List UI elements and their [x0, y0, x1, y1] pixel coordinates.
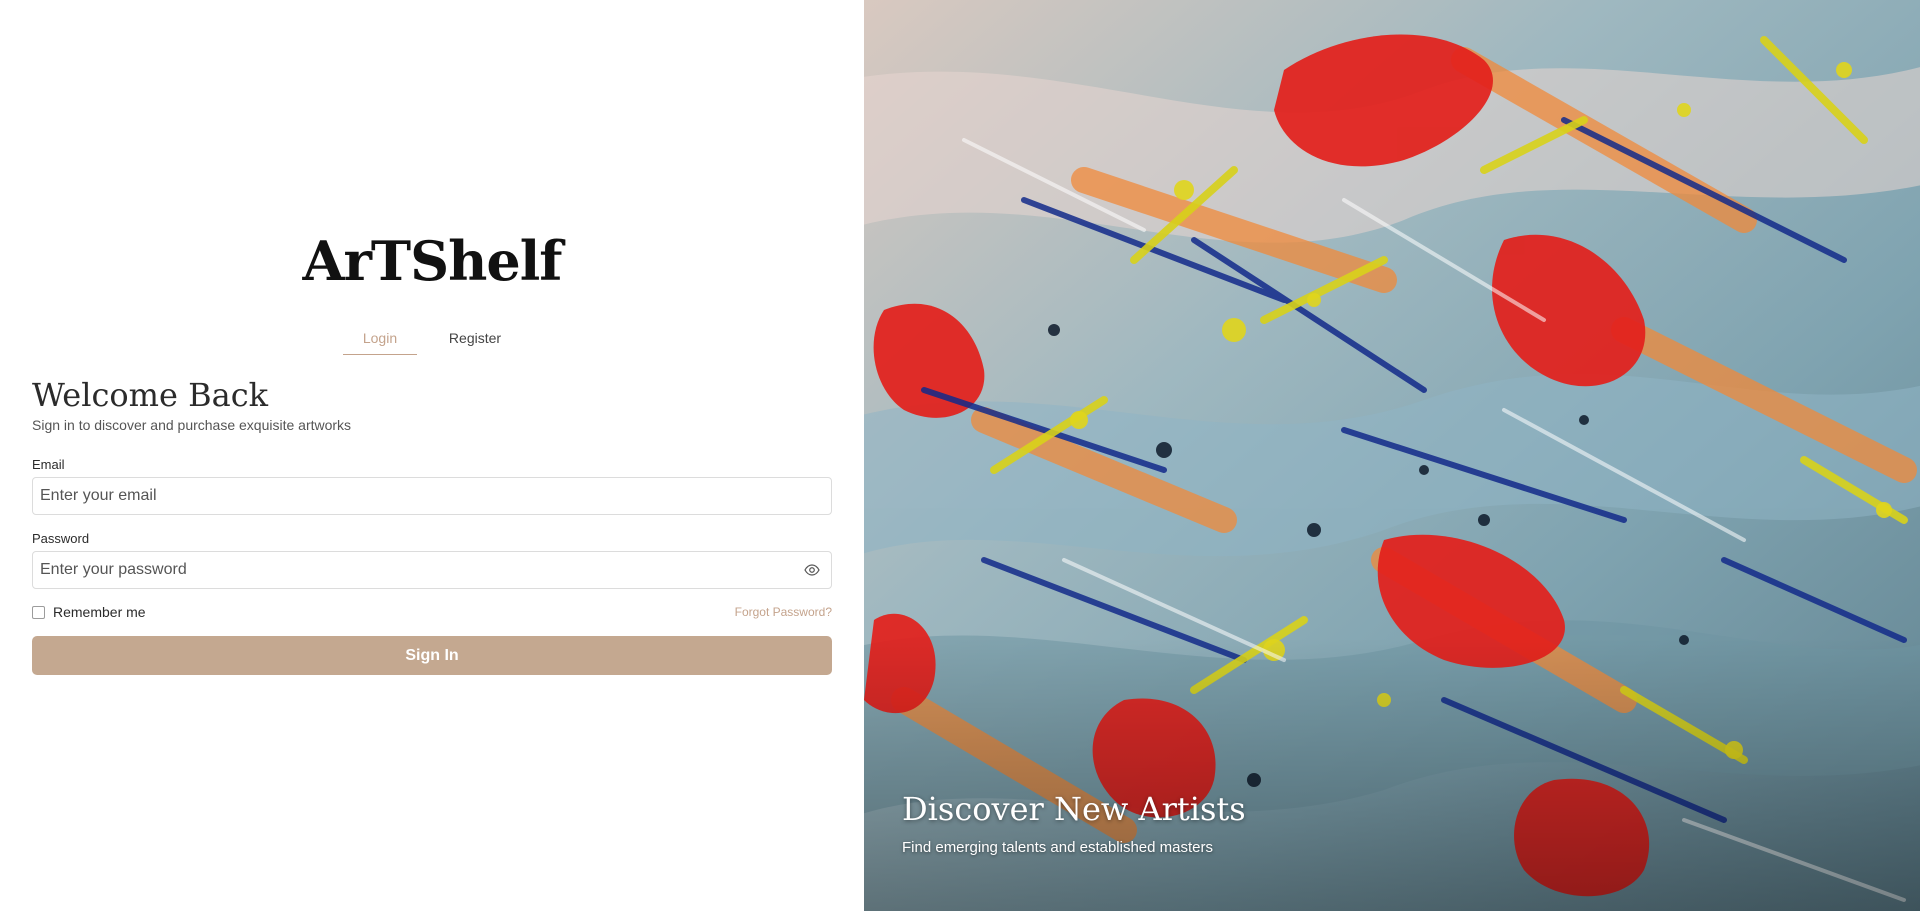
brand-logo: ArTShelf [302, 229, 563, 293]
sign-in-button[interactable]: Sign In [32, 636, 832, 675]
tab-register[interactable]: Register [438, 326, 512, 354]
hero-subtitle: Find emerging talents and established ma… [902, 839, 1214, 856]
password-field[interactable] [32, 551, 832, 589]
hero-panel: Discover New Artists Find emerging talen… [864, 0, 1920, 911]
login-panel: ArTShelf Login Register Welcome Back Sig… [0, 0, 864, 911]
remember-me-label: Remember me [53, 604, 146, 620]
page-title: Welcome Back [32, 376, 268, 414]
login-page: ArTShelf Login Register Welcome Back Sig… [0, 0, 1920, 911]
auth-tabs: Login Register [0, 326, 864, 356]
password-label: Password [32, 531, 90, 546]
remember-me-checkbox[interactable] [32, 605, 45, 619]
tab-login[interactable]: Login [343, 326, 417, 355]
email-field[interactable] [32, 477, 832, 515]
hero-title: Discover New Artists [902, 790, 1246, 828]
email-label: Email [32, 457, 65, 472]
forgot-password-link[interactable]: Forgot Password? [735, 605, 832, 619]
abstract-painting-image [864, 0, 1920, 911]
eye-icon[interactable] [804, 562, 820, 578]
page-subtitle: Sign in to discover and purchase exquisi… [32, 417, 352, 433]
remember-me-toggle[interactable]: Remember me [32, 604, 146, 620]
